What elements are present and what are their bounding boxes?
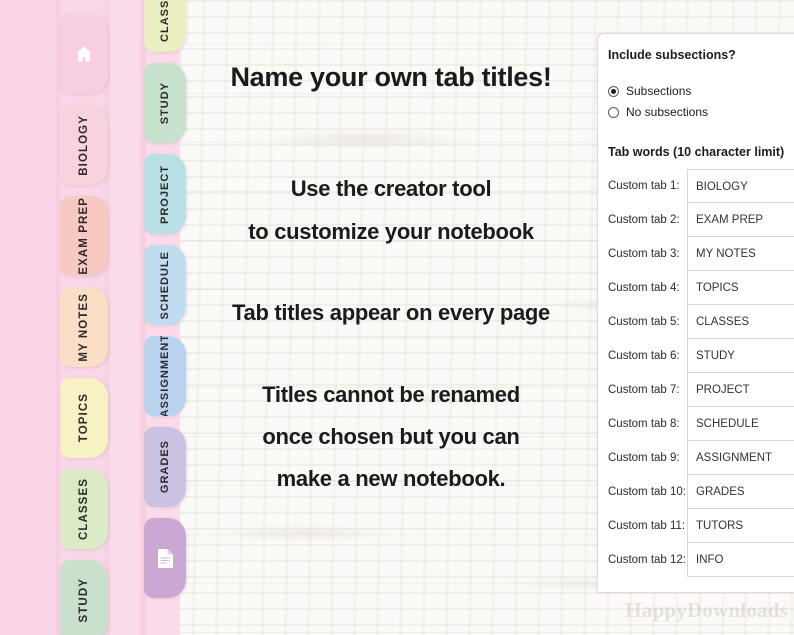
custom-tab-field-list: Custom tab 1: BIOLOGY Custom tab 2: EXAM PR… (608, 169, 794, 577)
custom-tab-input[interactable]: SCHEDULE (687, 407, 794, 441)
radio-option-1[interactable]: No subsections (608, 105, 794, 119)
custom-tab-row: Custom tab 8: SCHEDULE (608, 407, 794, 441)
custom-tab-label: Custom tab 8: (608, 418, 680, 430)
tab-grades[interactable]: GRADES (144, 427, 186, 507)
page-content: Name your own tab titles! Use the creato… (186, 0, 596, 635)
radio-label: No subsections (626, 105, 709, 119)
custom-tab-row: Custom tab 10: GRADES (608, 475, 794, 509)
custom-tab-label: Custom tab 11: (608, 520, 686, 532)
tab-biology[interactable]: BIOLOGY (60, 105, 108, 185)
tab-label: STUDY (78, 577, 90, 623)
custom-tab-input[interactable]: ASSIGNMENT (687, 441, 794, 475)
tab-words-section-title: Tab words (10 character limit) (608, 145, 785, 159)
custom-tab-input[interactable]: MY NOTES (687, 237, 794, 271)
custom-tab-label: Custom tab 12: (608, 554, 686, 566)
custom-tab-input[interactable]: TUTORS (687, 509, 794, 543)
custom-tab-row: Custom tab 2: EXAM PREP (608, 203, 794, 237)
custom-tab-input[interactable]: INFO (687, 543, 794, 577)
custom-tab-label: Custom tab 4: (608, 282, 680, 294)
custom-tab-label: Custom tab 2: (608, 214, 680, 226)
notebook-creator-screen: BIOLOGY EXAM PREP MY NOTES TOPICS CLASSES STU… (0, 0, 794, 635)
custom-tab-row: Custom tab 7: PROJECT (608, 373, 794, 407)
tab-classes[interactable]: CLASSES (144, 0, 186, 52)
tab-label: CLASSES (78, 477, 90, 541)
subsections-radio-group: Subsections No subsections (608, 84, 794, 119)
custom-tab-input[interactable]: TOPICS (687, 271, 794, 305)
tab-label: GRADES (159, 440, 171, 494)
custom-tab-label: Custom tab 5: (608, 316, 680, 328)
custom-tab-label: Custom tab 10: (608, 486, 686, 498)
custom-tab-label: Custom tab 9: (608, 452, 680, 464)
custom-tab-row: Custom tab 6: STUDY (608, 339, 794, 373)
tab-label: BIOLOGY (78, 114, 90, 176)
tab-label: TOPICS (78, 393, 90, 443)
instruction-line-4: Titles cannot be renamed (262, 382, 520, 407)
tab-assignment[interactable]: ASSIGNMENT (144, 336, 186, 416)
custom-tab-row: Custom tab 5: CLASSES (608, 305, 794, 339)
custom-tab-label: Custom tab 1: (608, 180, 680, 192)
custom-tab-input[interactable]: EXAM PREP (687, 203, 794, 237)
custom-tab-row: Custom tab 4: TOPICS (608, 271, 794, 305)
custom-tab-input[interactable]: CLASSES (687, 305, 794, 339)
tab-classes[interactable]: CLASSES (60, 469, 108, 549)
tab-project[interactable]: PROJECT (144, 154, 186, 234)
custom-tab-row: Custom tab 1: BIOLOGY (608, 169, 794, 203)
tab-label: PROJECT (159, 164, 171, 224)
tab-label: STUDY (159, 81, 171, 125)
tab-label: CLASSES (159, 0, 171, 42)
custom-tab-input[interactable]: BIOLOGY (687, 169, 794, 203)
tab-schedule[interactable]: SCHEDULE (144, 245, 186, 325)
radio-indicator[interactable] (608, 85, 619, 97)
instruction-line-2: to customize your notebook (248, 219, 534, 244)
radio-indicator[interactable] (608, 106, 619, 118)
custom-tab-input[interactable]: PROJECT (687, 373, 794, 407)
instruction-line-5: once chosen but you can (262, 424, 520, 449)
custom-tab-input[interactable]: GRADES (687, 475, 794, 509)
tab-label: MY NOTES (78, 292, 90, 362)
radio-option-0[interactable]: Subsections (608, 84, 794, 98)
tab-page[interactable] (144, 518, 186, 598)
radio-label: Subsections (626, 84, 692, 98)
custom-tab-row: Custom tab 3: MY NOTES (608, 237, 794, 271)
tab-label: SCHEDULE (159, 250, 171, 320)
custom-tab-row: Custom tab 9: ASSIGNMENT (608, 441, 794, 475)
custom-tab-row: Custom tab 12: INFO (608, 543, 794, 577)
instruction-line-6: make a new notebook. (276, 466, 506, 491)
instruction-line-1: Use the creator tool (290, 176, 492, 201)
tab-topics[interactable]: TOPICS (60, 378, 108, 458)
custom-tab-input[interactable]: STUDY (687, 339, 794, 373)
tab-label: EXAM PREP (78, 197, 90, 275)
home-icon (74, 44, 94, 64)
tab-exam-prep[interactable]: EXAM PREP (60, 196, 108, 276)
inner-tab-column: CLASSES STUDY PROJECT SCHEDULE ASSIGNMENT GRA… (144, 0, 186, 635)
watermark: HappyDownloads (625, 598, 788, 622)
page-icon (157, 548, 174, 569)
panel-title: Include subsections? (608, 48, 736, 62)
tab-study[interactable]: STUDY (60, 560, 108, 635)
custom-tab-label: Custom tab 3: (608, 248, 680, 260)
custom-tab-row: Custom tab 11: TUTORS (608, 509, 794, 543)
tab-study[interactable]: STUDY (144, 63, 186, 143)
outer-tab-column: BIOLOGY EXAM PREP MY NOTES TOPICS CLASSES STU… (60, 0, 108, 635)
page-title: Name your own tab titles! (230, 62, 552, 92)
custom-tab-label: Custom tab 7: (608, 384, 680, 396)
instruction-line-3: Tab titles appear on every page (232, 300, 550, 325)
creator-tool-panel: Include subsections? Subsections No subse… (597, 33, 794, 593)
custom-tab-label: Custom tab 6: (608, 350, 680, 362)
tab-label: ASSIGNMENT (159, 336, 171, 416)
tab-my-notes[interactable]: MY NOTES (60, 287, 108, 367)
tab-home[interactable] (60, 14, 108, 94)
